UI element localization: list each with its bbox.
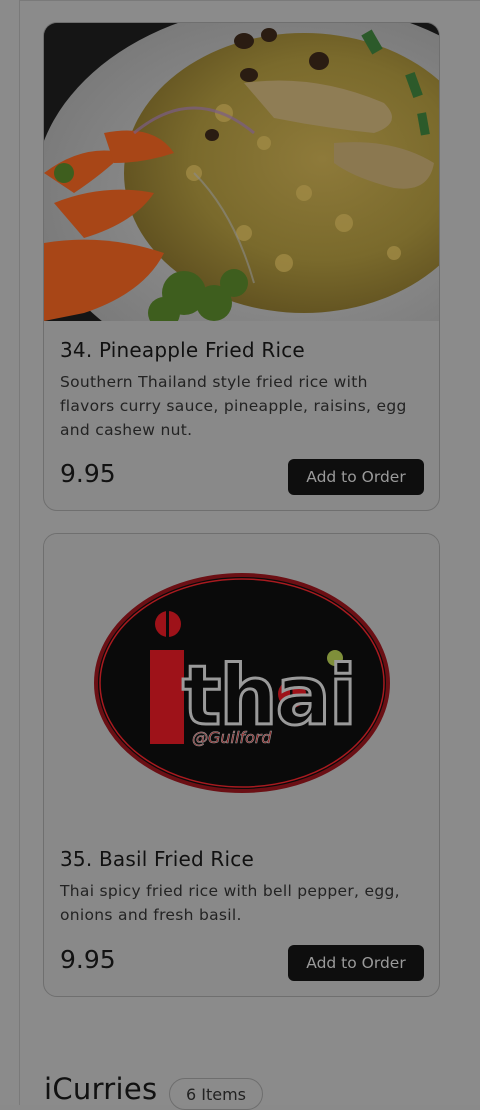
add-to-order-button[interactable]: Add to Order [288, 459, 424, 495]
dish-title: 35. Basil Fried Rice [60, 847, 254, 871]
dish-description: Southern Thailand style fried rice with … [60, 373, 407, 439]
dish-photo-illustration [44, 23, 439, 321]
section-heading: iCurries [44, 1072, 158, 1106]
content-top-border [20, 0, 480, 1]
restaurant-logo: thai @Guilford [44, 534, 439, 832]
item-count-badge: 6 Items [169, 1078, 263, 1110]
content-left-border [19, 0, 20, 1105]
logo-tagline-text: @Guilford [192, 728, 272, 747]
dish-description: Thai spicy fried rice with bell pepper, … [60, 882, 400, 924]
dish-title: 34. Pineapple Fried Rice [60, 338, 305, 362]
dish-price: 9.95 [60, 459, 116, 488]
menu-item-card[interactable]: thai @Guilford 35. Basil Fried Rice Thai… [43, 533, 440, 997]
pineapple-fried-rice-photo [44, 23, 439, 321]
ithai-logo-graphic: thai @Guilford [94, 573, 390, 793]
add-to-order-button[interactable]: Add to Order [288, 945, 424, 981]
dish-price: 9.95 [60, 945, 116, 974]
menu-item-card[interactable]: 34. Pineapple Fried Rice Southern Thaila… [43, 22, 440, 511]
